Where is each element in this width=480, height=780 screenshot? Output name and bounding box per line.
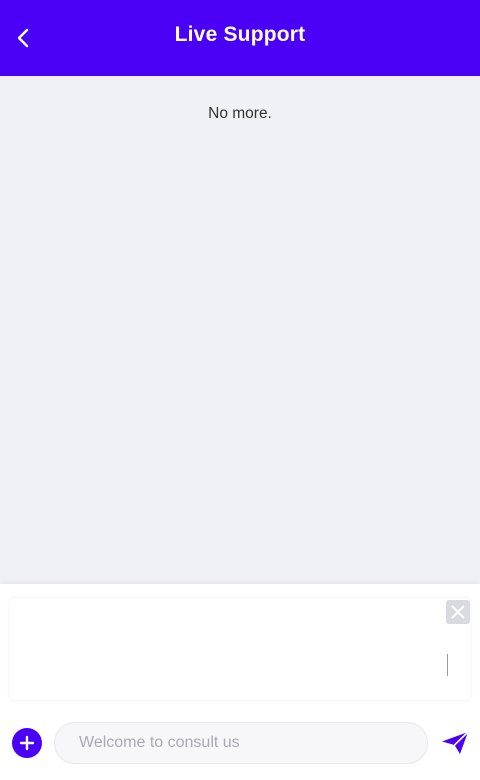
message-list[interactable]: No more. — [0, 76, 480, 584]
preview-close-button[interactable] — [446, 600, 470, 624]
chevron-left-icon — [17, 28, 29, 48]
page-title: Live Support — [174, 23, 306, 46]
text-caret — [447, 654, 448, 676]
no-more-label: No more. — [208, 105, 272, 122]
attachment-preview — [10, 598, 470, 700]
close-icon — [451, 605, 465, 619]
add-attachment-button[interactable] — [12, 728, 42, 758]
back-button[interactable] — [8, 22, 38, 54]
plus-icon — [19, 735, 35, 751]
paper-plane-icon — [442, 731, 469, 754]
composer-panel — [0, 584, 480, 780]
message-input[interactable] — [54, 722, 428, 764]
input-row — [0, 722, 480, 764]
app-header: Live Support — [0, 0, 480, 76]
send-button[interactable] — [440, 729, 470, 757]
